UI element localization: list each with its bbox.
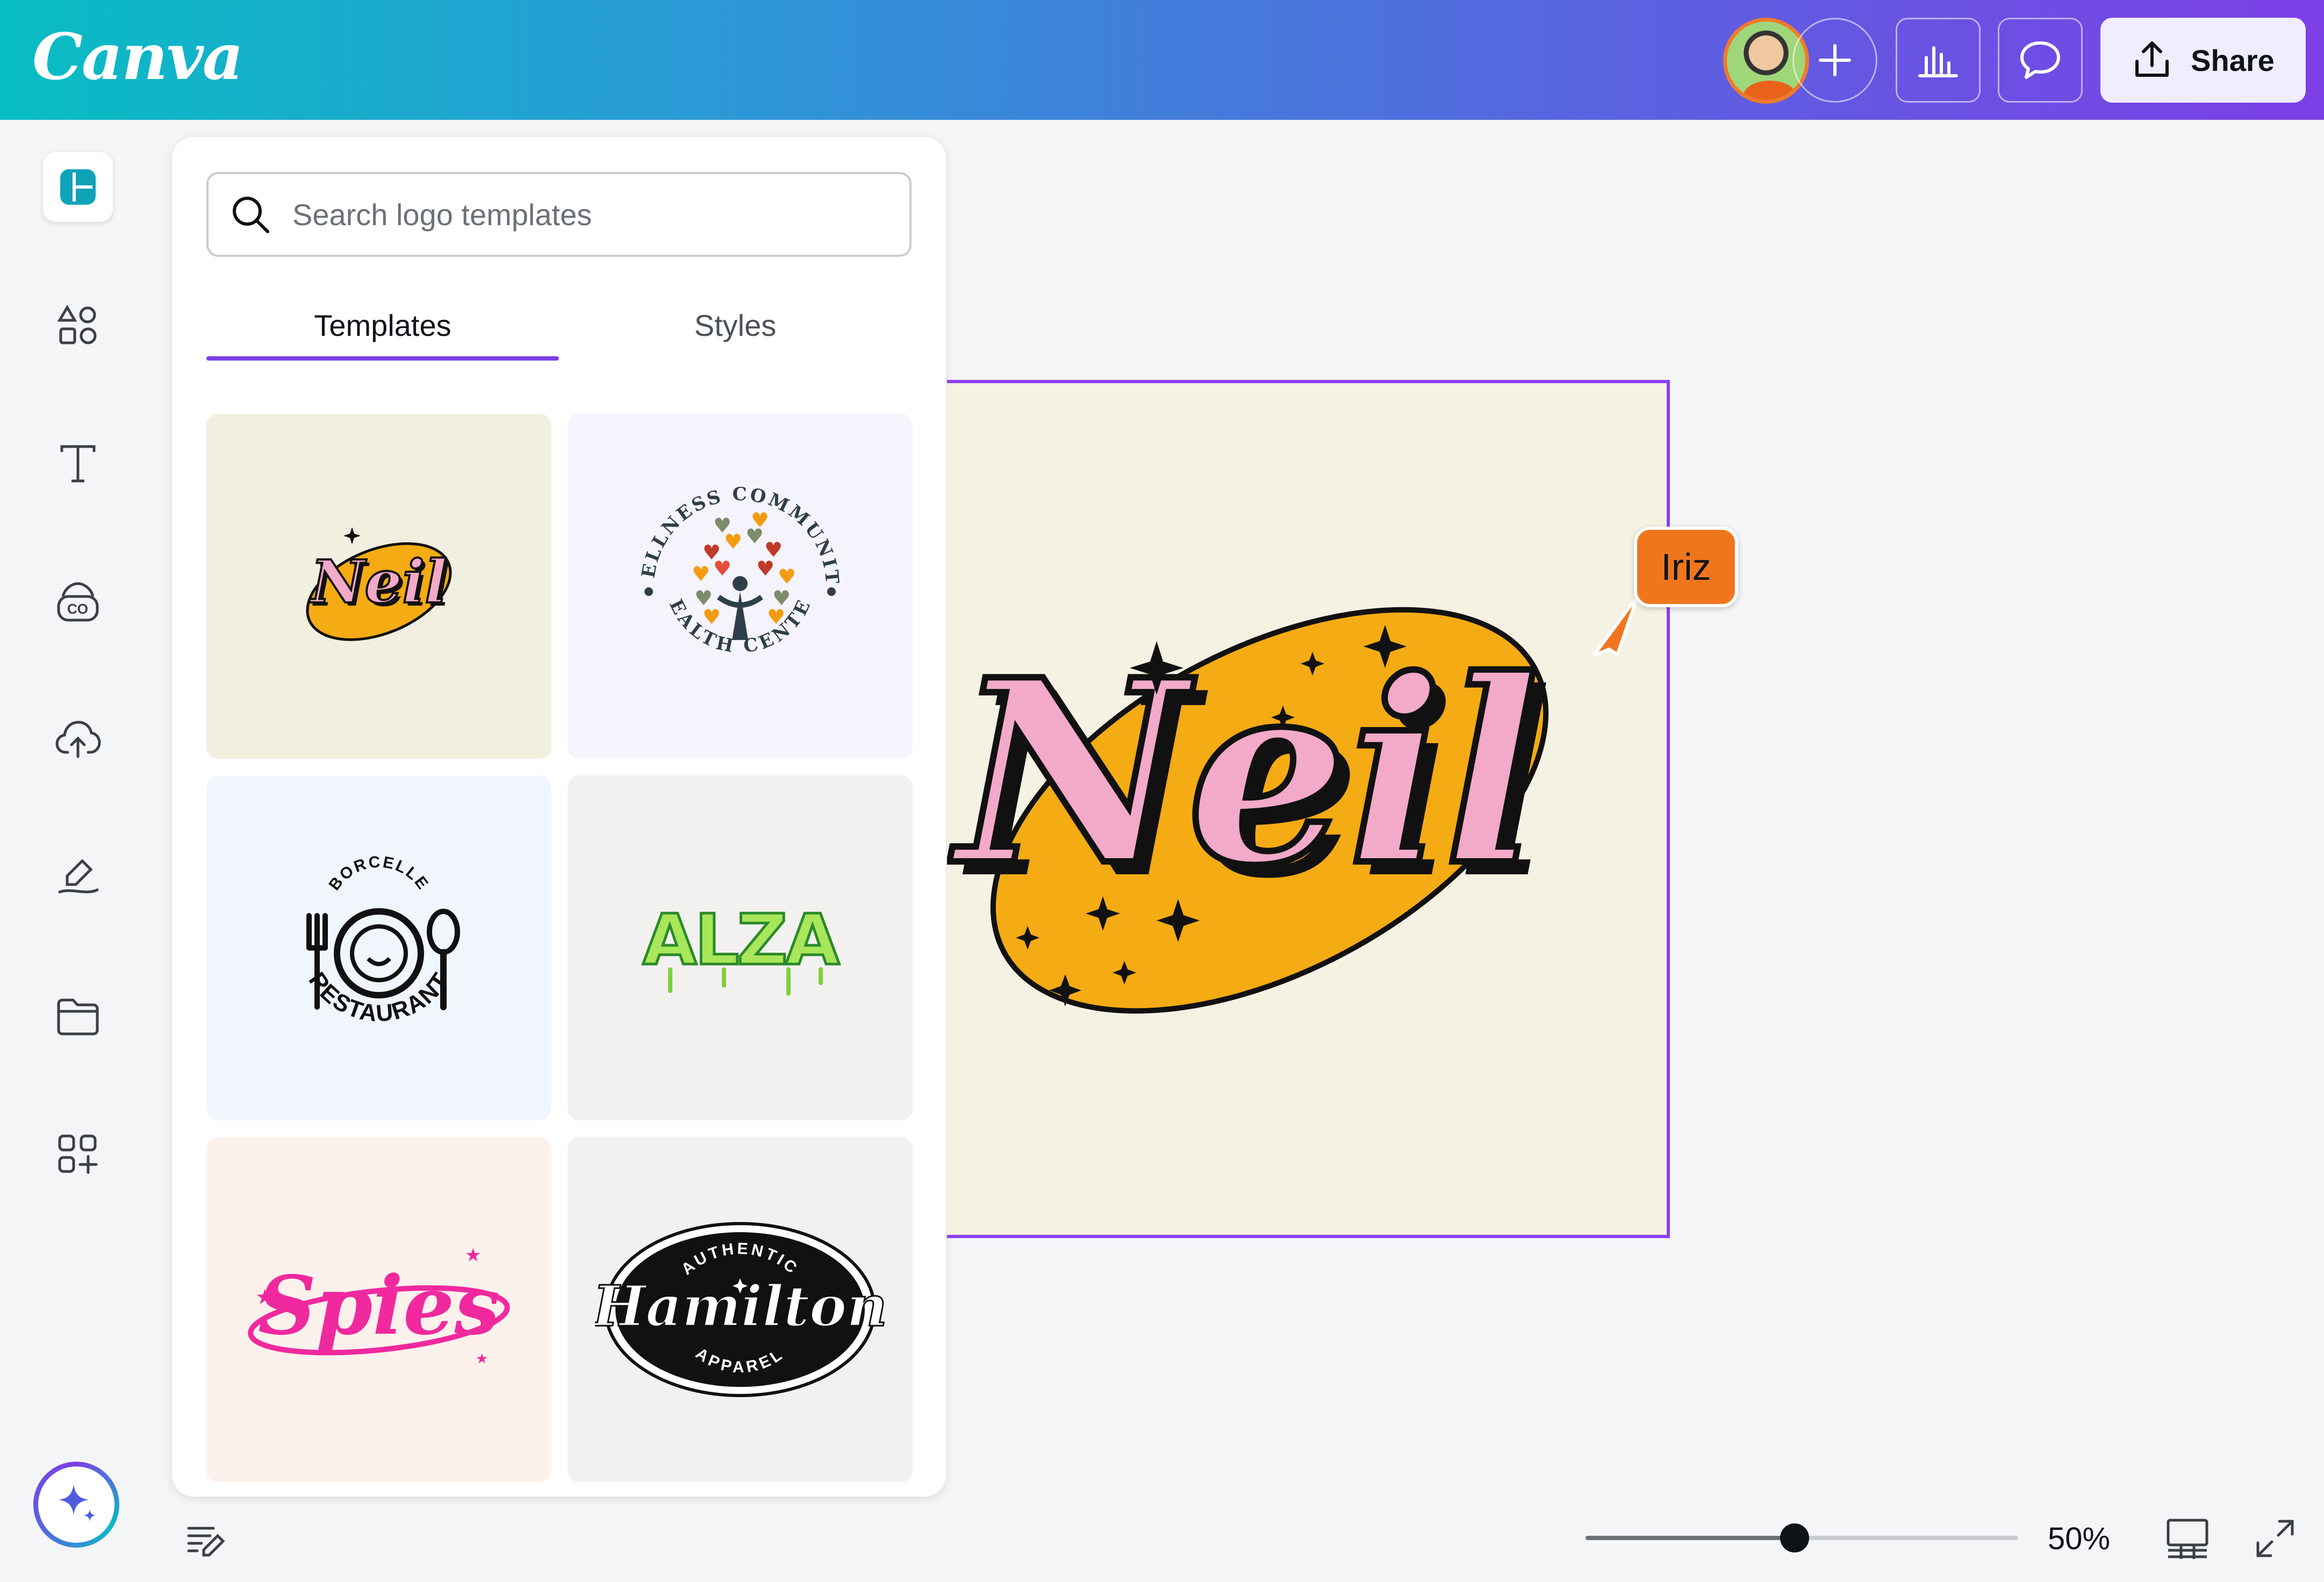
- tab-styles[interactable]: Styles: [559, 298, 912, 352]
- template-card-spies[interactable]: Spies ★ ★ ★: [206, 1137, 551, 1482]
- notes-button[interactable]: [185, 1522, 226, 1565]
- svg-text:♥: ♥: [702, 605, 721, 629]
- template-card-alza[interactable]: ALZA: [568, 775, 913, 1120]
- rail-item-text[interactable]: [43, 429, 113, 499]
- apps-icon: [58, 1134, 98, 1174]
- rail-item-apps[interactable]: [43, 1119, 113, 1189]
- grid-view-icon: [2167, 1519, 2208, 1559]
- rail-item-brand[interactable]: CO: [43, 567, 113, 637]
- grid-view-button[interactable]: [2166, 1518, 2209, 1562]
- elements-icon: [57, 305, 97, 344]
- fullscreen-button[interactable]: [2255, 1518, 2296, 1562]
- fullscreen-icon: [2256, 1520, 2294, 1557]
- svg-text:♥: ♥: [713, 557, 731, 580]
- upload-icon: [2135, 41, 2169, 77]
- zoom-slider-fill: [1586, 1536, 1795, 1540]
- design-canvas[interactable]: Neil Neil: [947, 380, 1670, 1238]
- template-card-wellness[interactable]: WELLNESS COMMUNITY HEALTH CENTER ♥♥♥♥ ♥♥…: [568, 414, 913, 759]
- rail-item-design[interactable]: [43, 152, 113, 222]
- neil-thumb-text: Neil: [309, 547, 447, 616]
- canva-logo[interactable]: Canva: [32, 19, 243, 94]
- spies-logo-thumbnail: Spies ★ ★ ★: [248, 1245, 510, 1367]
- projects-icon: [57, 998, 99, 1036]
- bar-chart-icon: [1918, 46, 1958, 77]
- notes-icon: [187, 1527, 225, 1557]
- borcelle-logo-thumbnail: BORCELLE RESTAURANT: [304, 853, 460, 1027]
- comment-bubble-icon: [2020, 41, 2060, 79]
- zoom-slider-handle[interactable]: [1780, 1523, 1809, 1552]
- rail-item-projects[interactable]: [43, 982, 113, 1052]
- active-tab-indicator: [206, 356, 559, 361]
- magic-button[interactable]: [33, 1462, 119, 1548]
- template-card-borcelle[interactable]: BORCELLE RESTAURANT: [206, 775, 551, 1120]
- rail-item-elements[interactable]: [43, 291, 113, 361]
- rail-item-uploads[interactable]: [43, 706, 113, 775]
- comments-button[interactable]: [1998, 18, 2083, 103]
- draw-icon: [58, 859, 99, 894]
- search-box[interactable]: [206, 172, 912, 257]
- add-collaborator-button[interactable]: [1792, 18, 1877, 103]
- rail-item-draw[interactable]: [43, 843, 113, 913]
- uploads-icon: [55, 721, 101, 758]
- wellness-logo-thumbnail: WELLNESS COMMUNITY HEALTH CENTER ♥♥♥♥ ♥♥…: [616, 463, 841, 658]
- templates-panel: Templates Styles Neil Neil WELLNESS COMM…: [172, 137, 946, 1497]
- alza-logo-thumbnail: ALZA: [641, 898, 843, 996]
- alza-text: ALZA: [643, 899, 840, 981]
- plus-icon: [1819, 44, 1851, 76]
- svg-text:★: ★: [476, 1351, 488, 1367]
- zoom-level[interactable]: 50%: [2048, 1521, 2110, 1557]
- share-button[interactable]: Share: [2100, 18, 2306, 103]
- borcelle-top-text: BORCELLE: [326, 853, 431, 894]
- svg-text:BORCELLE: BORCELLE: [326, 853, 433, 894]
- svg-text:♥: ♥: [751, 508, 769, 532]
- search-input[interactable]: [292, 197, 884, 232]
- svg-text:♥: ♥: [778, 565, 796, 588]
- design-icon: [60, 169, 96, 205]
- text-icon: [60, 445, 96, 483]
- spies-text: Spies: [258, 1259, 500, 1353]
- insights-button[interactable]: [1896, 18, 1981, 103]
- left-rail: CO: [0, 120, 156, 1582]
- template-card-neil[interactable]: Neil Neil: [206, 414, 551, 759]
- top-bar: Canva Share: [0, 0, 2324, 120]
- share-label: Share: [2191, 43, 2275, 77]
- sparkle-icon: [59, 1485, 96, 1521]
- tab-templates[interactable]: Templates: [206, 298, 559, 352]
- svg-text:♥: ♥: [767, 605, 785, 629]
- search-icon: [233, 197, 269, 233]
- collaborator-cursor-icon: [1592, 596, 1639, 656]
- svg-text:♥: ♥: [713, 514, 731, 537]
- svg-text:CO: CO: [67, 601, 88, 617]
- svg-text:★: ★: [465, 1245, 481, 1266]
- brand-icon: CO: [57, 582, 99, 622]
- hamilton-logo-thumbnail: AUTHENTIC APPAREL Hamilton: [595, 1222, 885, 1397]
- template-card-hamilton[interactable]: AUTHENTIC APPAREL Hamilton: [568, 1137, 913, 1482]
- neil-logo-thumbnail: Neil Neil: [306, 527, 452, 641]
- neil-design[interactable]: Neil Neil: [947, 383, 1670, 1241]
- svg-text:♥: ♥: [756, 557, 774, 580]
- collaborator-label: Iriz: [1634, 527, 1738, 607]
- neil-main-text: Neil: [948, 624, 1539, 921]
- svg-text:♥: ♥: [692, 562, 710, 586]
- svg-text:★: ★: [255, 1285, 275, 1310]
